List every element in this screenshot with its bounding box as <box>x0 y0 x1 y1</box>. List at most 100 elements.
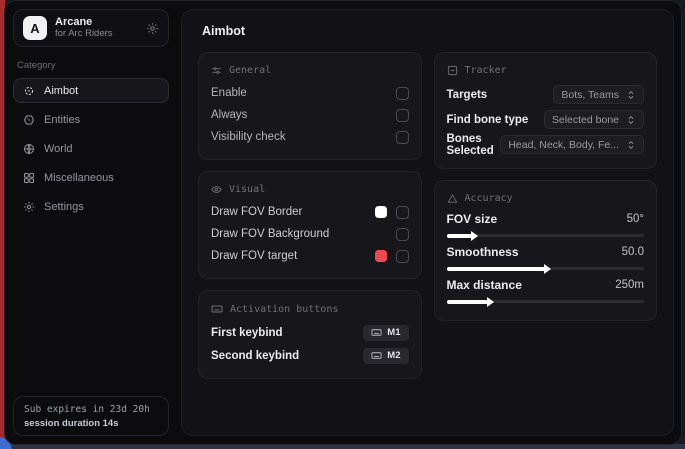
visibility-check-checkbox[interactable] <box>396 131 409 144</box>
dropdown-value: Selected bone <box>552 114 619 126</box>
chevrons-up-down-icon <box>626 115 636 125</box>
eye-icon <box>211 184 222 195</box>
keyboard-icon <box>211 303 223 315</box>
keybind-value: M2 <box>387 350 400 361</box>
activation-card: Activation buttons First keybind M1 <box>198 290 422 379</box>
globe-icon <box>23 143 35 155</box>
setting-row-fov-border: Draw FOV Border <box>211 201 409 223</box>
brand-title: Arcane <box>55 16 138 29</box>
tracker-card: Tracker Targets Bots, Teams <box>434 52 658 169</box>
setting-label: First keybind <box>211 327 363 339</box>
sidebar: A Arcane for Arc Riders Category <box>5 1 177 444</box>
activation-card-title: Activation buttons <box>230 304 338 315</box>
visual-card-title: Visual <box>229 184 265 195</box>
enable-checkbox[interactable] <box>396 87 409 100</box>
sidebar-item-label: Miscellaneous <box>44 172 114 184</box>
setting-row-max-distance: Max distance 250m <box>447 277 645 293</box>
left-column: General Enable Always Visibility check <box>198 52 422 379</box>
tracker-card-title: Tracker <box>465 65 507 76</box>
fov-size-value: 50° <box>627 213 644 225</box>
setting-row-second-keybind: Second keybind M2 <box>211 344 409 367</box>
fov-target-checkbox[interactable] <box>396 250 409 263</box>
setting-row-visibility-check: Visibility check <box>211 126 409 148</box>
always-checkbox[interactable] <box>396 109 409 122</box>
fov-size-slider[interactable] <box>447 234 645 237</box>
setting-label: Find bone type <box>447 114 538 126</box>
max-distance-slider[interactable] <box>447 300 645 303</box>
brand-text: Arcane for Arc Riders <box>55 16 138 40</box>
max-distance-value: 250m <box>615 279 644 291</box>
setting-label: Enable <box>211 87 396 99</box>
setting-row-smoothness: Smoothness 50.0 <box>447 244 645 260</box>
brand-avatar: A <box>23 16 47 40</box>
desktop-background: A Arcane for Arc Riders Category <box>0 0 685 449</box>
sidebar-item-world[interactable]: World <box>13 136 169 161</box>
page-title: Aimbot <box>202 24 663 38</box>
activation-card-header: Activation buttons <box>211 303 409 315</box>
sidebar-item-label: World <box>44 143 73 155</box>
setting-label: Draw FOV Border <box>211 206 375 218</box>
targets-dropdown[interactable]: Bots, Teams <box>553 85 644 104</box>
chevrons-up-down-icon <box>626 90 636 100</box>
fov-target-color-swatch[interactable] <box>375 250 387 262</box>
sidebar-item-miscellaneous[interactable]: Miscellaneous <box>13 165 169 190</box>
general-card: General Enable Always Visibility check <box>198 52 422 160</box>
setting-row-enable: Enable <box>211 82 409 104</box>
session-duration-text: session duration 14s <box>24 418 158 429</box>
sidebar-nav: Aimbot Entities <box>13 78 169 219</box>
slider-fill <box>447 300 488 304</box>
entities-icon <box>23 114 35 126</box>
sidebar-item-label: Entities <box>44 114 80 126</box>
keyboard-icon <box>371 327 382 338</box>
smoothness-value: 50.0 <box>622 246 644 258</box>
setting-label: FOV size <box>447 212 498 226</box>
general-card-header: General <box>211 65 409 76</box>
gear-icon[interactable] <box>146 22 159 35</box>
fov-background-checkbox[interactable] <box>396 228 409 241</box>
setting-label: Draw FOV Background <box>211 228 396 240</box>
setting-label: Targets <box>447 89 548 101</box>
keybind-value: M1 <box>387 327 400 338</box>
dropdown-value: Bots, Teams <box>561 89 619 101</box>
dropdown-value: Head, Neck, Body, Fe... <box>508 139 619 151</box>
triangle-icon <box>447 193 458 204</box>
brand-card: A Arcane for Arc Riders <box>13 9 169 47</box>
slider-fill <box>447 234 473 238</box>
setting-label: Bones Selected <box>447 133 495 157</box>
sidebar-item-label: Aimbot <box>44 85 78 97</box>
grid-icon <box>23 172 35 184</box>
second-keybind-button[interactable]: M2 <box>363 348 408 364</box>
first-keybind-button[interactable]: M1 <box>363 325 408 341</box>
setting-row-fov-size: FOV size 50° <box>447 211 645 227</box>
app-window: A Arcane for Arc Riders Category <box>4 0 682 445</box>
setting-row-fov-target: Draw FOV target <box>211 245 409 267</box>
visual-card: Visual Draw FOV Border Draw FOV Backgrou… <box>198 171 422 279</box>
main-panel: Aimbot General <box>181 9 674 436</box>
setting-label: Draw FOV target <box>211 250 375 262</box>
setting-label: Smoothness <box>447 245 519 259</box>
bones-selected-dropdown[interactable]: Head, Neck, Body, Fe... <box>500 135 644 154</box>
setting-row-fov-background: Draw FOV Background <box>211 223 409 245</box>
sidebar-item-entities[interactable]: Entities <box>13 107 169 132</box>
sidebar-item-aimbot[interactable]: Aimbot <box>13 78 169 103</box>
sidebar-item-label: Settings <box>44 201 84 213</box>
setting-label: Always <box>211 109 396 121</box>
fov-border-checkbox[interactable] <box>396 206 409 219</box>
setting-row-always: Always <box>211 104 409 126</box>
setting-row-targets: Targets Bots, Teams <box>447 82 645 107</box>
accuracy-card: Accuracy FOV size 50° Smoothness 50.0 <box>434 180 658 321</box>
sub-expiry-text: Sub expires in 23d 20h <box>24 404 158 415</box>
fov-border-color-swatch[interactable] <box>375 206 387 218</box>
slider-fill <box>447 267 546 271</box>
smoothness-slider[interactable] <box>447 267 645 270</box>
category-label: Category <box>17 60 165 71</box>
setting-label: Max distance <box>447 278 522 292</box>
sliders-icon <box>211 65 222 76</box>
setting-row-bones-selected: Bones Selected Head, Neck, Body, Fe... <box>447 132 645 157</box>
find-bone-type-dropdown[interactable]: Selected bone <box>544 110 644 129</box>
brand-subtitle: for Arc Riders <box>55 29 138 40</box>
general-card-title: General <box>229 65 271 76</box>
sidebar-item-settings[interactable]: Settings <box>13 194 169 219</box>
keyboard-icon <box>371 350 382 361</box>
visual-card-header: Visual <box>211 184 409 195</box>
